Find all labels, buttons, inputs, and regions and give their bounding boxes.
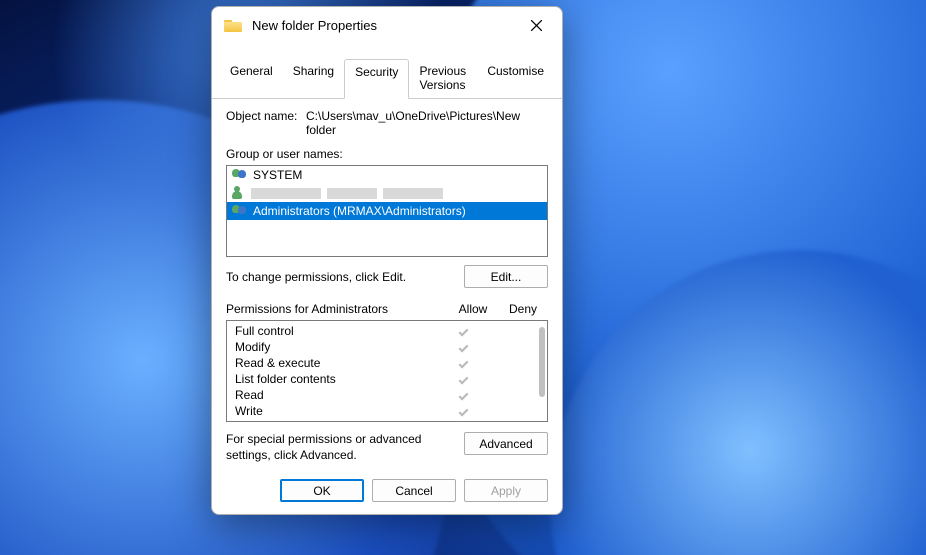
edit-hint-text: To change permissions, click Edit. — [226, 270, 464, 284]
group-user-label: Group or user names: — [226, 147, 548, 161]
permission-name: Modify — [235, 340, 439, 354]
permissions-label: Permissions for Administrators — [226, 302, 448, 316]
allow-cell — [439, 388, 489, 402]
list-item-label: SYSTEM — [253, 168, 302, 182]
list-item[interactable]: Administrators (MRMAX\Administrators) — [227, 202, 547, 220]
group-user-listbox[interactable]: SYSTEM Administrators (MRMAX\Administrat… — [226, 165, 548, 257]
titlebar[interactable]: New folder Properties — [212, 7, 562, 43]
users-icon — [231, 204, 249, 218]
tab-strip: General Sharing Security Previous Versio… — [212, 43, 562, 99]
permission-name: Full control — [235, 324, 439, 338]
allow-header: Allow — [448, 302, 498, 316]
window-title: New folder Properties — [252, 18, 518, 33]
advanced-hint-text: For special permissions or advanced sett… — [226, 432, 464, 463]
permission-name: Read & execute — [235, 356, 439, 370]
table-row[interactable]: Read — [227, 387, 547, 403]
check-icon — [459, 343, 470, 351]
scrollbar-thumb[interactable] — [539, 327, 545, 397]
tab-previous-versions[interactable]: Previous Versions — [409, 59, 477, 98]
table-row[interactable]: Write — [227, 403, 547, 419]
check-icon — [459, 391, 470, 399]
advanced-button[interactable]: Advanced — [464, 432, 548, 455]
redacted-text — [327, 188, 377, 199]
ok-button[interactable]: OK — [280, 479, 364, 502]
tab-security[interactable]: Security — [344, 59, 409, 99]
tab-general[interactable]: General — [220, 59, 283, 98]
list-item-label: Administrators (MRMAX\Administrators) — [253, 204, 466, 218]
table-row[interactable]: List folder contents — [227, 371, 547, 387]
permissions-listbox[interactable]: Full control Modify Read & execute List fol… — [226, 320, 548, 422]
table-row[interactable]: Modify — [227, 339, 547, 355]
list-item[interactable] — [227, 184, 547, 202]
tab-customise[interactable]: Customise — [477, 59, 554, 98]
table-row[interactable]: Full control — [227, 323, 547, 339]
allow-cell — [439, 340, 489, 354]
object-name-row: Object name: C:\Users\mav_u\OneDrive\Pic… — [226, 109, 548, 137]
dialog-footer: OK Cancel Apply — [212, 471, 562, 514]
folder-icon — [224, 18, 242, 32]
properties-dialog: New folder Properties General Sharing Se… — [211, 6, 563, 515]
check-icon — [459, 407, 470, 415]
security-tab-content: Object name: C:\Users\mav_u\OneDrive\Pic… — [212, 99, 562, 471]
apply-button[interactable]: Apply — [464, 479, 548, 502]
allow-cell — [439, 356, 489, 370]
permission-name: List folder contents — [235, 372, 439, 386]
edit-button[interactable]: Edit... — [464, 265, 548, 288]
check-icon — [459, 359, 470, 367]
list-item[interactable]: SYSTEM — [227, 166, 547, 184]
permission-name: Write — [235, 404, 439, 418]
allow-cell — [439, 324, 489, 338]
redacted-text — [383, 188, 443, 199]
close-button[interactable] — [518, 11, 554, 39]
check-icon — [459, 375, 470, 383]
permission-name: Read — [235, 388, 439, 402]
allow-cell — [439, 404, 489, 418]
deny-header: Deny — [498, 302, 548, 316]
redacted-text — [251, 188, 321, 199]
users-icon — [231, 168, 249, 182]
object-name-value: C:\Users\mav_u\OneDrive\Pictures\New fol… — [306, 109, 548, 137]
table-row[interactable]: Read & execute — [227, 355, 547, 371]
check-icon — [459, 327, 470, 335]
user-icon — [231, 186, 247, 200]
allow-cell — [439, 372, 489, 386]
cancel-button[interactable]: Cancel — [372, 479, 456, 502]
object-name-label: Object name: — [226, 109, 306, 137]
tab-sharing[interactable]: Sharing — [283, 59, 344, 98]
